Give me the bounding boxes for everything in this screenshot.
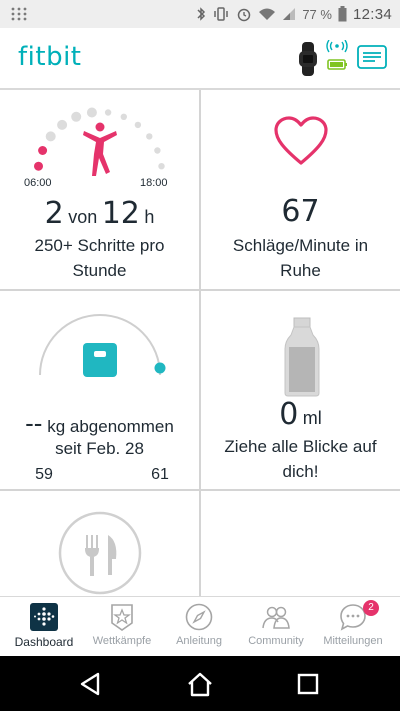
heart-rate-caption-line2: Ruhe xyxy=(280,261,321,280)
hour-dot xyxy=(104,109,112,116)
water-unit: ml xyxy=(302,408,322,428)
guidance-compass-icon xyxy=(185,603,213,631)
fork-knife-icon xyxy=(58,511,142,595)
hour-dot xyxy=(57,119,68,130)
alarm-icon xyxy=(238,8,251,22)
fitbit-logo: fitbit xyxy=(18,42,82,72)
heart-rate-caption-line1: Schläge/Minute in xyxy=(232,236,369,255)
nav-label: Wettkämpfe xyxy=(92,635,152,647)
status-time: 12:34 xyxy=(352,5,392,23)
nav-label: Community xyxy=(248,635,304,647)
hour-dot xyxy=(134,121,142,129)
hour-dot xyxy=(158,163,165,170)
app-header: fitbit xyxy=(0,28,400,90)
hours-met-value: 2 xyxy=(44,196,64,231)
food-tile[interactable] xyxy=(0,491,199,596)
weight-change-value: -- xyxy=(25,408,43,438)
nav-label: Dashboard xyxy=(14,635,74,649)
hourly-value-row: 2 von 12 h xyxy=(0,196,199,231)
hours-unit: h xyxy=(144,207,155,227)
wifi-icon xyxy=(259,8,276,20)
heart-icon xyxy=(274,116,328,165)
home-icon[interactable] xyxy=(186,670,214,698)
empty-tile xyxy=(201,491,400,596)
hours-goal-value: 12 xyxy=(101,196,140,231)
weight-caption-text: kg abgenommen xyxy=(47,417,174,436)
nav-community[interactable]: Community xyxy=(236,597,316,657)
app-notification-icon xyxy=(11,7,27,21)
hour-dot xyxy=(86,107,97,118)
nav-label: Anleitung xyxy=(176,635,222,647)
tracker-device-icon[interactable] xyxy=(296,42,320,76)
hourly-activity-ring xyxy=(34,107,165,176)
weight-min-label: 59 xyxy=(35,466,53,483)
battery-icon xyxy=(338,6,347,22)
water-caption-line1: Ziehe alle Blicke auf xyxy=(224,437,377,456)
dashboard-icon xyxy=(30,603,58,631)
profile-card-icon[interactable] xyxy=(357,45,387,69)
signal-icon xyxy=(283,8,296,20)
nav-guidance[interactable]: Anleitung xyxy=(159,597,239,657)
hour-dot xyxy=(154,147,161,154)
status-bar: 77 % 12:34 xyxy=(0,0,400,28)
recent-apps-icon[interactable] xyxy=(294,670,322,698)
stretching-person-icon xyxy=(83,122,117,176)
hourly-activity-tile[interactable]: 06:00 18:00 2 von 12 h 250+ Schritte pro… xyxy=(0,90,199,289)
water-value-row: 0 ml xyxy=(201,397,400,432)
hour-dot xyxy=(146,133,153,140)
nav-messages[interactable]: 2 Mitteilungen xyxy=(313,597,393,657)
sync-status-icon[interactable] xyxy=(326,40,348,76)
weight-tile[interactable]: 59 61 -- kg abgenommen seit Feb. 28 xyxy=(0,291,199,489)
weight-max-label: 61 xyxy=(151,466,169,483)
heart-rate-tile[interactable]: 67 Schläge/Minute in Ruhe xyxy=(201,90,400,289)
nav-challenges[interactable]: Wettkämpfe xyxy=(82,597,162,657)
water-tile[interactable]: 0 ml Ziehe alle Blicke auf dich! xyxy=(201,291,400,489)
hour-dot xyxy=(38,146,48,155)
back-icon[interactable] xyxy=(76,670,104,698)
hour-dot xyxy=(34,161,43,171)
vibrate-icon xyxy=(214,7,229,21)
bluetooth-icon xyxy=(197,7,206,21)
water-caption-line2: dich! xyxy=(282,462,319,481)
hour-dot xyxy=(71,111,82,122)
weight-caption-line2: seit Feb. 28 xyxy=(55,439,144,458)
battery-percent: 77 % xyxy=(302,6,332,22)
notification-badge: 2 xyxy=(363,600,379,616)
water-bottle-icon xyxy=(284,317,320,397)
range-end-label: 18:00 xyxy=(140,177,168,189)
von-label: von xyxy=(68,207,98,227)
hourly-caption-line1: 250+ Schritte pro xyxy=(34,236,165,255)
water-value: 0 xyxy=(279,397,299,432)
scale-icon xyxy=(83,343,117,377)
bottom-navigation: Dashboard Wettkämpfe Anleitung Community… xyxy=(0,596,400,656)
nav-dashboard[interactable]: Dashboard xyxy=(4,597,84,657)
hourly-caption-line2: Stunde xyxy=(72,261,127,280)
heart-rate-value: 67 xyxy=(281,194,320,229)
dashboard-tiles: 06:00 18:00 2 von 12 h 250+ Schritte pro… xyxy=(0,90,400,596)
nav-label: Mitteilungen xyxy=(323,635,383,647)
hour-dot xyxy=(45,131,56,142)
hour-dot xyxy=(120,113,128,120)
system-navigation-bar xyxy=(0,656,400,711)
community-people-icon xyxy=(262,606,290,629)
challenges-star-icon xyxy=(111,604,133,631)
range-start-label: 06:00 xyxy=(24,177,52,189)
